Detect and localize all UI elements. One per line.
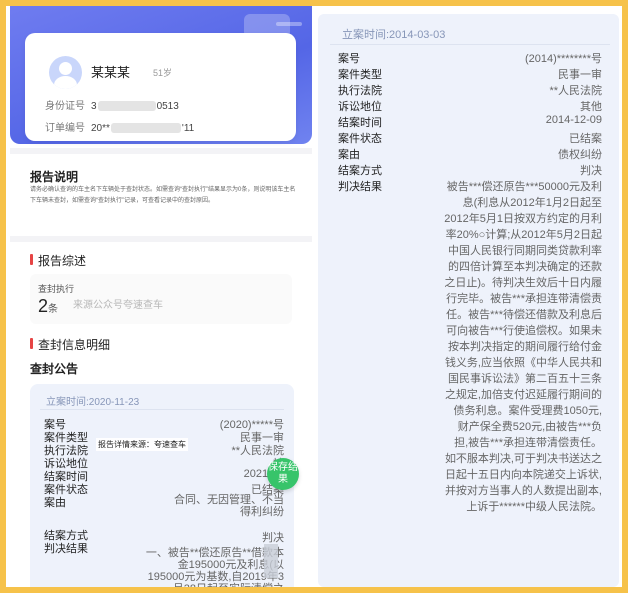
order-number-label: 订单编号	[45, 123, 85, 134]
case-result-value: 被告***偿还原告***50000元及利息(利息从2012年1月2日起至2012…	[444, 181, 602, 513]
order-number-mask	[110, 123, 181, 134]
card-divider	[40, 409, 284, 410]
summary-section-title: 报告综述	[30, 252, 86, 269]
summary-box: 查封执行 2条 来源公众号夸速查车	[30, 274, 292, 324]
case-row: 案由 债权纠纷	[338, 149, 602, 161]
order-number-row: 订单编号 20** '11	[45, 119, 194, 134]
screenshot-frame: 某某某 51岁 身份证号 3 0513 订单编号 20** '11 报告说明 请务必确认…	[6, 6, 622, 587]
section-divider	[10, 236, 312, 242]
person-age: 51岁	[153, 68, 173, 78]
case-result-value: 一、被告**偿还原告**借款本金195000元及利息(以195000元为基数,自…	[145, 547, 284, 587]
summary-count-value: 2	[38, 296, 49, 316]
id-number-row: 身份证号 3 0513	[45, 97, 179, 112]
case-row: 结案时间 2021-02	[44, 468, 284, 483]
announce-title: 查封公告	[30, 362, 79, 376]
summary-label: 查封执行	[38, 284, 75, 294]
case-row: 案件状态 已结案	[44, 484, 284, 496]
case-filing-date: 立案时间:2020-11-23	[46, 397, 140, 408]
case-card-2: 立案时间:2014-03-03 案号 (2014)********号 案件类型 民事…	[318, 14, 619, 587]
report-desc-text: 请务必确认查询的车主名下车辆处于查封状态。如需查询“查封执行”结果显示为0条，则…	[30, 187, 296, 204]
id-number-label: 身份证号	[45, 101, 85, 112]
case-row: 案号 (2014)********号	[338, 53, 602, 65]
summary-count: 2条	[38, 296, 58, 317]
case-row: 执行法院 **人民法院	[338, 85, 602, 97]
case-row: 诉讼地位被	[44, 458, 284, 470]
case-cause-value: 合同、无因管理、不当得利纠纷	[174, 494, 284, 518]
save-result-button[interactable]: 保存结果	[267, 458, 299, 490]
profile-card: 某某某 51岁 身份证号 3 0513 订单编号 20** '11	[25, 33, 296, 141]
id-number-suffix: 0513	[156, 101, 179, 112]
case-row: 结案时间 2014-12-09	[338, 114, 602, 129]
case-row: 结案方式 判决	[338, 165, 602, 177]
watermark-text: 来源公众号夸速查车	[73, 300, 163, 311]
section-divider	[10, 148, 312, 154]
case-card-1: 立案时间:2020-11-23 案号 (2020)*****号 案件类型 民事一审 …	[30, 384, 294, 587]
id-number-mask	[97, 101, 156, 112]
summary-count-unit: 条	[48, 304, 59, 315]
banner-decoration-line	[276, 22, 302, 26]
source-tooltip: 报告详情来源：夸速查车	[96, 438, 188, 451]
left-pane: 某某某 51岁 身份证号 3 0513 订单编号 20** '11 报告说明 请务必确认…	[10, 6, 312, 587]
avatar-icon	[49, 56, 82, 89]
person-name: 某某某	[91, 65, 131, 80]
case-filing-date: 立案时间:2014-03-03	[342, 29, 446, 41]
case-row: 案号 (2020)*****号	[44, 419, 284, 431]
card-divider	[330, 44, 610, 45]
order-number-prefix: 20**	[91, 123, 110, 134]
order-number-suffix: '11	[181, 123, 195, 134]
id-number-prefix: 3	[91, 101, 97, 112]
case-row: 诉讼地位 其他	[338, 101, 602, 113]
case-row: 案件类型 民事一审	[338, 69, 602, 81]
detail-section-title: 查封信息明细	[30, 336, 110, 353]
report-desc-title: 报告说明	[30, 170, 79, 184]
case-row: 案件状态 已结案	[338, 133, 602, 145]
redaction-mask	[264, 544, 278, 583]
